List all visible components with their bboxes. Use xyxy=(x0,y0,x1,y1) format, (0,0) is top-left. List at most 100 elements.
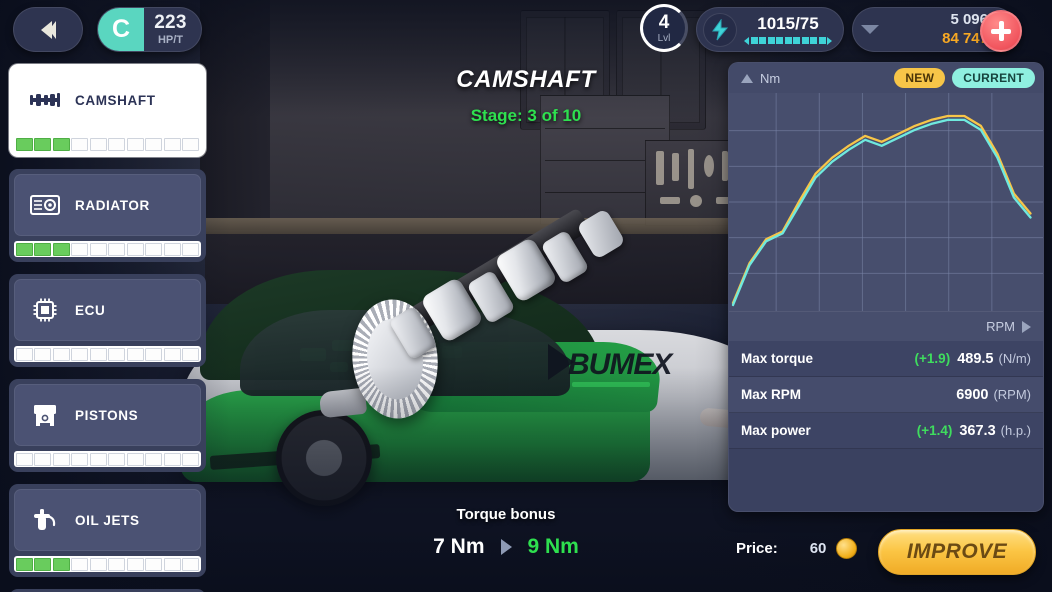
energy-value: 1015/75 xyxy=(757,13,819,33)
tab-new[interactable]: NEW xyxy=(894,68,946,88)
progress-segment xyxy=(52,242,70,256)
progress-segment xyxy=(71,557,89,571)
part-item-body: PISTONS xyxy=(14,384,201,446)
progress-segment xyxy=(108,557,126,571)
tab-current[interactable]: CURRENT xyxy=(952,68,1035,88)
progress-segment xyxy=(52,452,70,466)
progress-segment xyxy=(89,347,107,361)
progress-segment xyxy=(145,347,163,361)
progress-segment xyxy=(126,347,144,361)
part-upgrade-progress xyxy=(14,556,201,572)
progress-segment xyxy=(89,557,107,571)
triangle-right-icon xyxy=(1022,320,1031,333)
progress-segment xyxy=(71,347,89,361)
currency-display: 5 096 84 747 xyxy=(852,7,1022,52)
energy-segment xyxy=(776,37,783,44)
part-item-oil-jets[interactable]: OIL JETS xyxy=(9,484,206,577)
energy-progress-bar xyxy=(743,36,833,45)
progress-segment xyxy=(163,557,181,571)
energy-segment xyxy=(810,37,817,44)
progress-segment xyxy=(34,137,52,151)
part-item-label: PISTONS xyxy=(75,407,139,423)
camshaft-icon xyxy=(29,85,61,115)
progress-segment xyxy=(163,347,181,361)
arrow-right-icon xyxy=(500,539,512,555)
progress-segment xyxy=(52,137,70,151)
energy-cap xyxy=(827,36,832,45)
car-class-badge: C 223 HP/T xyxy=(97,7,202,52)
class-letter: C xyxy=(98,8,144,51)
price-value: 60 xyxy=(809,540,827,557)
ecu-chip-icon xyxy=(29,295,61,325)
progress-segment xyxy=(182,347,200,361)
level-badge: 4 Lvl xyxy=(640,4,688,52)
progress-segment xyxy=(126,557,144,571)
energy-segment xyxy=(750,37,758,44)
progress-segment xyxy=(34,452,52,466)
torque-curve-chart xyxy=(729,93,1043,311)
part-upgrade-progress xyxy=(14,241,201,257)
progress-segment xyxy=(34,557,52,571)
energy-cap xyxy=(744,36,749,45)
add-currency-button[interactable] xyxy=(980,10,1022,52)
part-item-camshaft[interactable]: CAMSHAFT xyxy=(9,64,206,157)
chevron-down-icon[interactable] xyxy=(861,25,879,34)
part-item-pistons[interactable]: PISTONS xyxy=(9,379,206,472)
back-button[interactable] xyxy=(13,7,83,52)
parts-list: CAMSHAFTRADIATORECUPISTONSOIL JETSOIL CO… xyxy=(9,64,206,592)
price-label: Price: xyxy=(736,540,778,557)
progress-segment xyxy=(89,452,107,466)
progress-segment xyxy=(126,242,144,256)
progress-segment xyxy=(126,452,144,466)
improve-button[interactable]: IMPROVE xyxy=(878,529,1036,575)
progress-segment xyxy=(52,347,70,361)
pistons-icon xyxy=(29,400,61,430)
progress-segment xyxy=(126,137,144,151)
stat-row: Max torque (+1.9) 489.5 (N/m) xyxy=(729,341,1043,377)
progress-segment xyxy=(182,137,200,151)
progress-segment xyxy=(34,347,52,361)
triangle-up-icon xyxy=(741,73,753,83)
progress-segment xyxy=(89,242,107,256)
stat-row: Max power (+1.4) 367.3 (h.p.) xyxy=(729,413,1043,449)
chart-header: Nm NEW CURRENT xyxy=(729,63,1043,93)
torque-bonus-next: 9 Nm xyxy=(527,535,579,558)
stat-value: 367.3 xyxy=(959,422,996,439)
oil-jets-icon xyxy=(29,505,61,535)
progress-segment xyxy=(15,242,33,256)
lightning-bolt-icon xyxy=(703,12,737,47)
part-item-ecu[interactable]: ECU xyxy=(9,274,206,367)
energy-meter[interactable]: 1015/75 xyxy=(696,7,844,52)
progress-segment xyxy=(108,347,126,361)
progress-segment xyxy=(52,557,70,571)
energy-segment xyxy=(767,37,775,44)
part-item-label: OIL JETS xyxy=(75,512,140,528)
part-upgrade-progress xyxy=(14,136,201,152)
progress-segment xyxy=(34,242,52,256)
progress-segment xyxy=(182,452,200,466)
stat-unit: (RPM) xyxy=(993,387,1031,402)
hp-value: 223 xyxy=(154,12,187,33)
part-item-body: RADIATOR xyxy=(14,174,201,236)
performance-panel: Nm NEW CURRENT RPM Max torque (+1.9) 489.5… xyxy=(728,62,1044,512)
progress-segment xyxy=(182,557,200,571)
part-item-radiator[interactable]: RADIATOR xyxy=(9,169,206,262)
gold-coin-icon xyxy=(836,538,858,559)
energy-segment xyxy=(801,37,809,44)
progress-segment xyxy=(108,137,126,151)
progress-segment xyxy=(182,242,200,256)
price-row: Price: 60 xyxy=(736,538,858,559)
stat-delta: (+1.4) xyxy=(916,423,953,438)
chart-y-axis-label: Nm xyxy=(760,70,781,86)
energy-segment xyxy=(759,37,766,44)
part-item-body: CAMSHAFT xyxy=(14,69,201,131)
progress-segment xyxy=(145,557,163,571)
stat-value: 489.5 xyxy=(957,350,994,367)
progress-segment xyxy=(163,137,181,151)
torque-bonus-label: Torque bonus xyxy=(456,506,556,523)
progress-segment xyxy=(163,452,181,466)
level-value: 4 xyxy=(658,11,670,33)
energy-segment xyxy=(784,37,792,44)
torque-bonus-block: Torque bonus 7 Nm 9 Nm xyxy=(300,506,712,559)
stat-name: Max power xyxy=(741,423,811,438)
